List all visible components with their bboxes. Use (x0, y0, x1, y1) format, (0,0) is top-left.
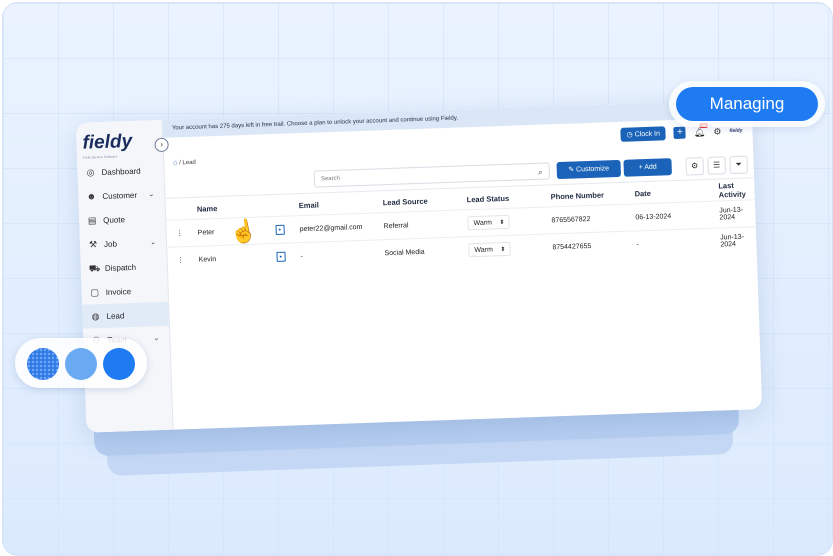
managing-label: Managing (676, 87, 818, 121)
chevron-down-icon[interactable]: ⌄ (150, 238, 156, 246)
settings-icon[interactable]: ⚙ (685, 157, 704, 176)
app-logo[interactable]: fieldy Field Service Software (82, 131, 133, 160)
search-icon[interactable]: ⌕ (538, 164, 543, 181)
actions-header (165, 199, 194, 220)
row-menu-icon[interactable]: ⋮ (166, 246, 196, 274)
gear-icon[interactable]: ⚙ (713, 126, 721, 137)
cell-email: - (296, 239, 381, 270)
cell-source: Referral (379, 209, 465, 240)
cell-source: Social Media (380, 236, 465, 267)
bell-icon[interactable]: 🔔︎24 (694, 122, 709, 137)
sidebar-item-dispatch[interactable]: ⛟ Dispatch (80, 254, 167, 281)
job-icon: ⚒ (88, 239, 98, 250)
cell-date: 06-13-2024 (630, 201, 716, 232)
dispatch-icon: ⛟ (88, 263, 101, 274)
swatch-dotted-blue[interactable] (27, 348, 59, 380)
quick-add-button[interactable]: + (673, 126, 687, 140)
status-value: Warm (474, 246, 494, 255)
cell-date: - (631, 228, 717, 258)
customize-label: Customize (575, 165, 610, 174)
customize-button[interactable]: ✎ Customize (556, 159, 622, 180)
columns-icon[interactable]: ☰ (707, 156, 726, 175)
cell-name[interactable]: Kevin (194, 243, 274, 273)
search-input[interactable]: Search ⌕ (313, 162, 551, 188)
dashboard-icon: ◎ (86, 167, 95, 178)
app-window: fieldy Field Service Software › ◎ Dashbo… (75, 99, 763, 433)
clock-in-label: Clock In (634, 130, 661, 139)
column-header[interactable]: Last Activity (714, 179, 755, 201)
status-select[interactable]: Warm ⬍ (467, 214, 510, 231)
clock-in-button[interactable]: ◷ Clock In (620, 126, 667, 142)
column-header[interactable]: Name (193, 196, 272, 219)
swatch-bright-blue[interactable] (103, 348, 135, 380)
chevron-updown-icon: ⬍ (500, 246, 506, 254)
sidebar-item-label: Lead (106, 310, 125, 321)
chevron-down-icon[interactable]: ⌄ (153, 334, 159, 342)
customer-icon: ☻ (86, 191, 97, 202)
status-select[interactable]: Warm ⬍ (468, 241, 511, 258)
swatch-light-blue[interactable] (65, 348, 97, 380)
sidebar-item-quote[interactable]: ▤ Quote (79, 206, 166, 233)
color-swatch-bar (15, 338, 147, 388)
cell-doc[interactable]: ▸ (272, 242, 298, 271)
hand-cursor-icon: ☝ (227, 216, 260, 247)
row-menu-icon[interactable]: ⋮ (165, 219, 195, 248)
sidebar-item-label: Quote (103, 214, 126, 225)
sidebar-nav: ◎ Dashboard ☻ Customer ⌄ ▤ Quote ⚒ Job ⌄ (77, 158, 170, 353)
logo-word: fieldy (82, 130, 133, 154)
doc-header (270, 195, 295, 216)
sidebar-item-dashboard[interactable]: ◎ Dashboard (77, 158, 164, 185)
quote-icon: ▤ (87, 215, 97, 226)
column-header[interactable]: Phone Number (546, 184, 631, 207)
home-icon[interactable]: ⌂ (173, 159, 177, 166)
cell-email: peter22@gmail.com (295, 212, 381, 243)
company-mini-logo: fieldy (729, 127, 743, 135)
search-placeholder: Search (320, 175, 341, 183)
cell-status: Warm ⬍ (463, 206, 548, 237)
document-icon[interactable]: ▸ (275, 224, 285, 235)
status-value: Warm (473, 219, 493, 228)
cell-last-activity: Jun-13-2024 (714, 199, 756, 229)
background-stage: fieldy Field Service Software › ◎ Dashbo… (2, 2, 833, 556)
chevron-updown-icon: ⬍ (499, 219, 505, 227)
sidebar-item-lead[interactable]: ◍ Lead (82, 301, 169, 329)
add-label: Add (644, 163, 657, 172)
sidebar-item-label: Dashboard (101, 166, 141, 177)
sidebar-item-label: Invoice (105, 286, 132, 297)
cell-phone: 8754427655 (547, 231, 633, 261)
managing-pill: Managing (669, 81, 825, 127)
filter-icon[interactable]: ⏷ (729, 155, 748, 175)
breadcrumb-text: / Lead (179, 159, 196, 167)
sidebar-item-job[interactable]: ⚒ Job ⌄ (80, 230, 167, 257)
add-button[interactable]: + Add (623, 158, 672, 177)
sidebar-item-label: Job (103, 239, 118, 249)
document-icon[interactable]: ▸ (276, 251, 286, 262)
sidebar-item-label: Dispatch (104, 262, 137, 273)
sidebar-item-invoice[interactable]: ▢ Invoice (81, 278, 168, 305)
invoice-icon: ▢ (90, 287, 100, 298)
sidebar-item-label: Customer (102, 190, 138, 201)
breadcrumb: ⌂ / Lead (173, 159, 196, 167)
lead-icon: ◍ (91, 311, 100, 322)
column-header[interactable]: Email (294, 192, 379, 215)
sidebar-item-customer[interactable]: ☻ Customer ⌄ (78, 182, 165, 209)
cell-last-activity: Jun-13-2024 (715, 226, 757, 255)
main-content: Your account has 275 days left in free t… (161, 99, 762, 429)
cell-doc[interactable]: ▸ (271, 215, 297, 244)
chevron-down-icon[interactable]: ⌄ (148, 190, 154, 198)
cell-status: Warm ⬍ (464, 233, 549, 264)
cell-phone: 8765567822 (547, 204, 632, 234)
